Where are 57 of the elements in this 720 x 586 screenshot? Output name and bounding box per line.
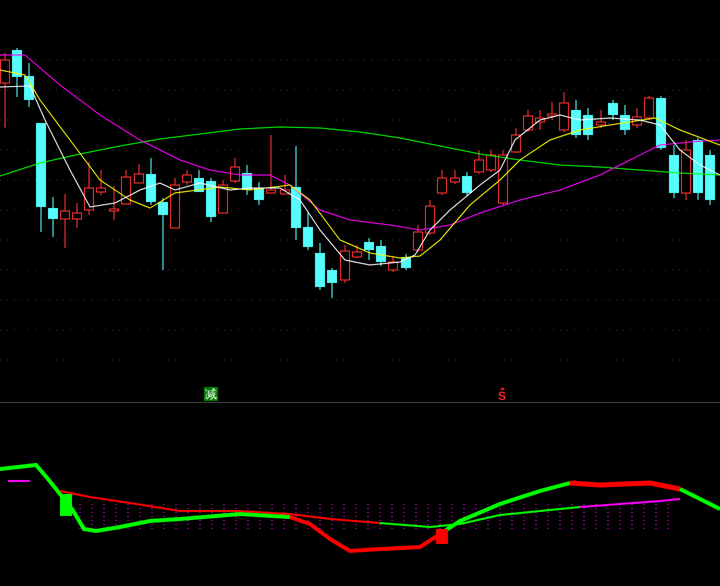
candlestick xyxy=(48,196,58,238)
candlestick xyxy=(303,212,313,250)
candlestick xyxy=(608,100,618,120)
candlestick xyxy=(72,202,82,228)
candlestick xyxy=(388,256,398,272)
sell-signal-label: S xyxy=(498,390,506,402)
candlestick xyxy=(486,150,496,172)
candlestick xyxy=(583,108,593,140)
candlestick xyxy=(182,170,192,186)
candlestick xyxy=(121,170,131,204)
candlestick xyxy=(705,150,715,206)
candlestick xyxy=(327,268,337,298)
candlestick xyxy=(352,244,362,258)
candlestick xyxy=(134,164,144,184)
candlestick xyxy=(511,128,521,154)
candlestick xyxy=(254,182,264,206)
candlestick xyxy=(681,140,691,200)
candlestick xyxy=(474,150,484,174)
candlestick xyxy=(425,200,435,236)
candlestick xyxy=(669,144,679,198)
candlestick xyxy=(60,194,70,248)
candlestick xyxy=(596,110,606,128)
candlestick xyxy=(84,162,94,216)
candlestick xyxy=(242,164,252,196)
candlestick xyxy=(146,158,156,206)
candlestick xyxy=(401,254,411,270)
up-arrow-icon xyxy=(500,387,504,390)
candlestick xyxy=(535,110,545,130)
candlestick xyxy=(523,110,533,132)
candlestick xyxy=(24,62,34,108)
candlestick xyxy=(376,240,386,266)
candlestick xyxy=(194,170,204,192)
candlestick xyxy=(437,170,447,196)
candlestick xyxy=(498,150,508,206)
candlestick xyxy=(266,134,276,194)
candlestick xyxy=(12,48,22,98)
candlestick xyxy=(364,238,374,260)
candlestick xyxy=(96,170,106,196)
candlestick xyxy=(413,224,423,252)
candlestick xyxy=(450,170,460,184)
candlestick xyxy=(559,92,569,132)
candlestick xyxy=(656,96,666,150)
candlestick xyxy=(218,180,228,214)
candlestick xyxy=(340,244,350,284)
candlestick xyxy=(230,158,240,184)
candlestick xyxy=(620,104,630,136)
candlestick xyxy=(315,242,325,290)
candlestick xyxy=(693,138,703,200)
candlestick xyxy=(571,100,581,138)
candlestick xyxy=(170,178,180,228)
candlestick xyxy=(206,178,216,222)
candlestick xyxy=(547,102,557,120)
candlestick xyxy=(632,108,642,128)
candlestick xyxy=(462,172,472,196)
candlestick xyxy=(109,186,119,220)
candlestick xyxy=(644,96,654,120)
reduce-signal-badge: 减 xyxy=(204,387,218,401)
